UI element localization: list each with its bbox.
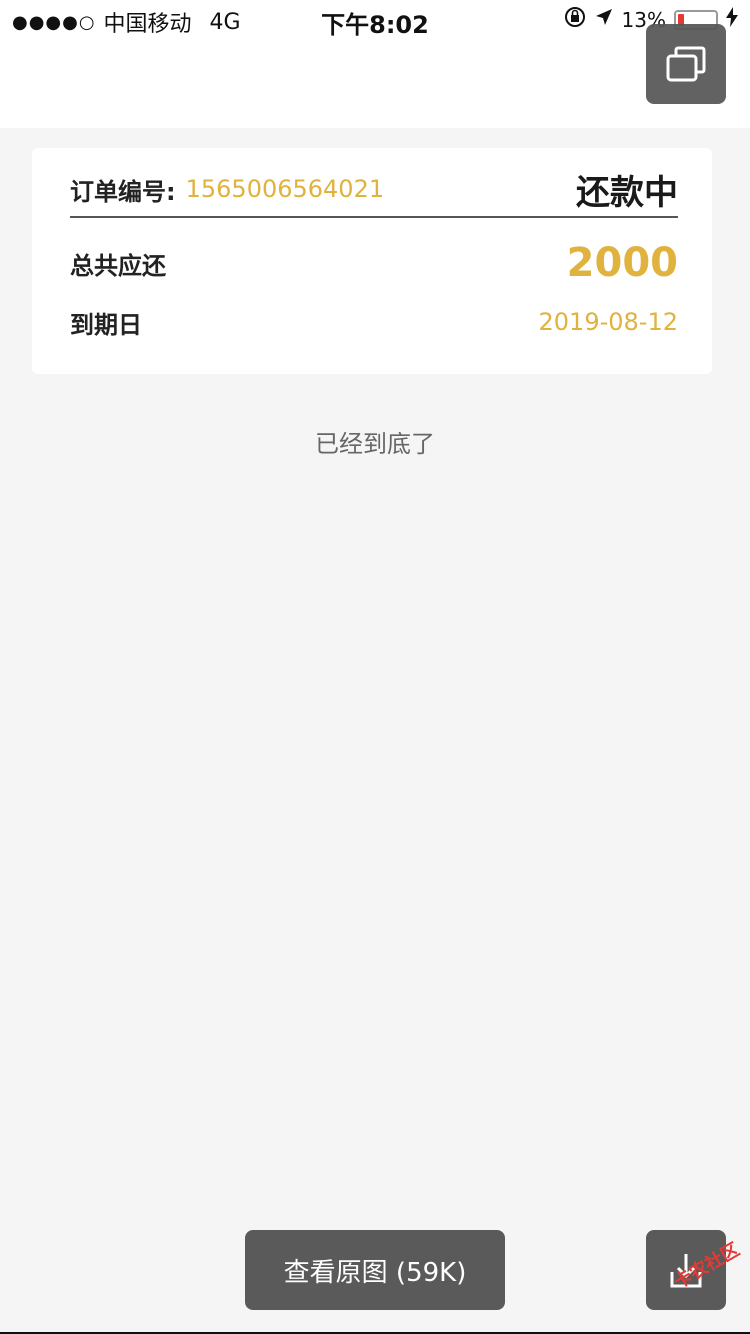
due-date-value: 2019-08-12 [538, 308, 678, 336]
order-card-header: 订单编号: 1565006564021 还款中 [70, 162, 678, 218]
order-number-value: 1565006564021 [185, 175, 385, 203]
order-status: 还款中 [576, 172, 678, 213]
total-repay-label: 总共应还 [70, 251, 166, 280]
due-date-row: 到期日 2019-08-12 [70, 300, 678, 344]
screen: ●●●●○ 中国移动 4G 下午8:02 13% 订单编号: 156500656… [0, 0, 750, 1334]
rotation-lock-icon [564, 6, 586, 33]
view-original-button[interactable]: 查看原图 (59K) [245, 1230, 505, 1310]
multi-window-button[interactable] [646, 24, 726, 104]
multi-window-icon [666, 46, 706, 82]
list-end-text: 已经到底了 [315, 430, 435, 458]
status-bar: ●●●●○ 中国移动 4G 下午8:02 13% [0, 0, 750, 40]
due-date-label: 到期日 [70, 310, 142, 339]
order-card[interactable]: 订单编号: 1565006564021 还款中 总共应还 2000 到期日 20… [32, 148, 712, 374]
charging-icon [726, 7, 738, 32]
total-repay-amount: 2000 [566, 240, 678, 286]
total-repay-row: 总共应还 2000 [70, 238, 678, 288]
location-arrow-icon [594, 7, 614, 32]
order-number-label: 订单编号: [70, 177, 176, 206]
nav-bar [0, 40, 750, 128]
